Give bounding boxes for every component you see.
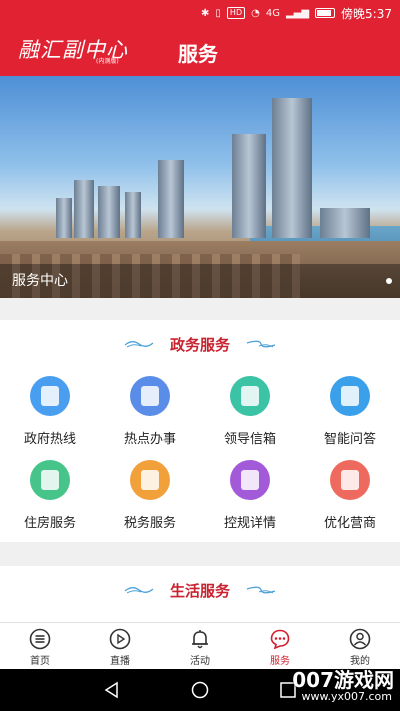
app-header: 融汇副中心 (内测版) 服务: [0, 26, 400, 76]
mailbox-icon: [230, 376, 270, 416]
banner-building: [158, 160, 184, 238]
store-icon: [330, 460, 370, 500]
service-leader-mailbox[interactable]: 领导信箱: [200, 376, 300, 456]
nav-activity[interactable]: 活动: [160, 623, 240, 669]
grid-plan-icon: [230, 460, 270, 500]
banner-building: [232, 134, 266, 238]
home-icon[interactable]: [191, 681, 209, 699]
gov-services-section: 政务服务 政府热线 热点办事 领导信箱 智能问答 住房服务 税务服务 控规详情 …: [0, 320, 400, 542]
swirl-left-icon: [124, 587, 154, 594]
service-gov-hotline[interactable]: 政府热线: [0, 376, 100, 456]
banner-building: [56, 198, 72, 238]
app-logo-subtitle: (内测版): [96, 58, 119, 65]
watermark-url: www.yx007.com: [301, 690, 392, 703]
nav-home[interactable]: 首页: [0, 623, 80, 669]
vibrate-icon: ▯: [215, 7, 221, 19]
carousel-indicator[interactable]: [386, 278, 392, 284]
wifi-icon: ◔: [251, 7, 260, 19]
service-planning[interactable]: 控规详情: [200, 460, 300, 540]
service-label: 住房服务: [23, 516, 76, 531]
briefcase-icon: [130, 376, 170, 416]
back-icon[interactable]: [103, 681, 121, 699]
qa-icon: [330, 376, 370, 416]
tax-icon: [130, 460, 170, 500]
signal-icon: ▂▄▆: [285, 7, 310, 19]
section-header: 生活服务: [0, 578, 400, 602]
hotline-icon: [30, 376, 70, 416]
service-label: 热点办事: [123, 432, 176, 447]
service-label: 税务服务: [123, 516, 176, 531]
service-tax[interactable]: 税务服务: [100, 460, 200, 540]
nav-label: 活动: [190, 656, 210, 667]
swirl-right-icon: [246, 340, 276, 348]
bottom-nav: 首页 直播 活动 服务 我的: [0, 622, 400, 669]
play-icon: [109, 628, 131, 650]
banner-building: [272, 98, 312, 238]
nav-label: 直播: [110, 656, 130, 667]
nav-profile[interactable]: 我的: [320, 623, 400, 669]
service-housing[interactable]: 住房服务: [0, 460, 100, 540]
building-icon: [30, 460, 70, 500]
nav-service[interactable]: 服务: [240, 623, 320, 669]
section-title: 政务服务: [169, 335, 230, 354]
battery-icon: [315, 8, 336, 18]
service-smart-qa[interactable]: 智能问答: [300, 376, 400, 456]
life-services-section: 生活服务: [0, 566, 400, 622]
hd-badge: HD: [226, 7, 246, 19]
nav-live[interactable]: 直播: [80, 623, 160, 669]
swirl-right-icon: [246, 586, 276, 594]
bell-icon: [192, 630, 208, 649]
bluetooth-icon: ✱: [201, 7, 210, 19]
service-business[interactable]: 优化营商: [300, 460, 400, 540]
service-label: 优化营商: [323, 516, 376, 531]
watermark-text: 007游戏网: [292, 668, 394, 692]
service-label: 领导信箱: [223, 432, 276, 447]
section-header: 政务服务: [0, 332, 400, 356]
service-label: 智能问答: [323, 432, 376, 447]
banner-building: [125, 192, 141, 238]
status-bar: ✱ ▯ HD ◔ 4G ▂▄▆ 傍晚5:37: [0, 0, 400, 26]
banner-building: [74, 180, 94, 238]
network-label: 4G: [265, 7, 280, 19]
page-title: 服务: [178, 42, 218, 66]
status-time: 傍晚5:37: [341, 6, 392, 21]
service-hot-affairs[interactable]: 热点办事: [100, 376, 200, 456]
banner-carousel[interactable]: 服务中心: [0, 76, 400, 298]
swirl-left-icon: [124, 341, 154, 348]
menu-icon: [29, 628, 51, 650]
chat-icon: [270, 629, 290, 650]
nav-label: 首页: [30, 656, 50, 667]
service-label: 政府热线: [23, 432, 76, 447]
section-title: 生活服务: [169, 581, 230, 600]
banner-building: [320, 208, 370, 238]
banner-building: [98, 186, 120, 238]
service-label: 控规详情: [223, 516, 276, 531]
nav-label: 服务: [270, 656, 290, 667]
banner-caption: 服务中心: [0, 264, 400, 298]
user-icon: [349, 628, 371, 650]
